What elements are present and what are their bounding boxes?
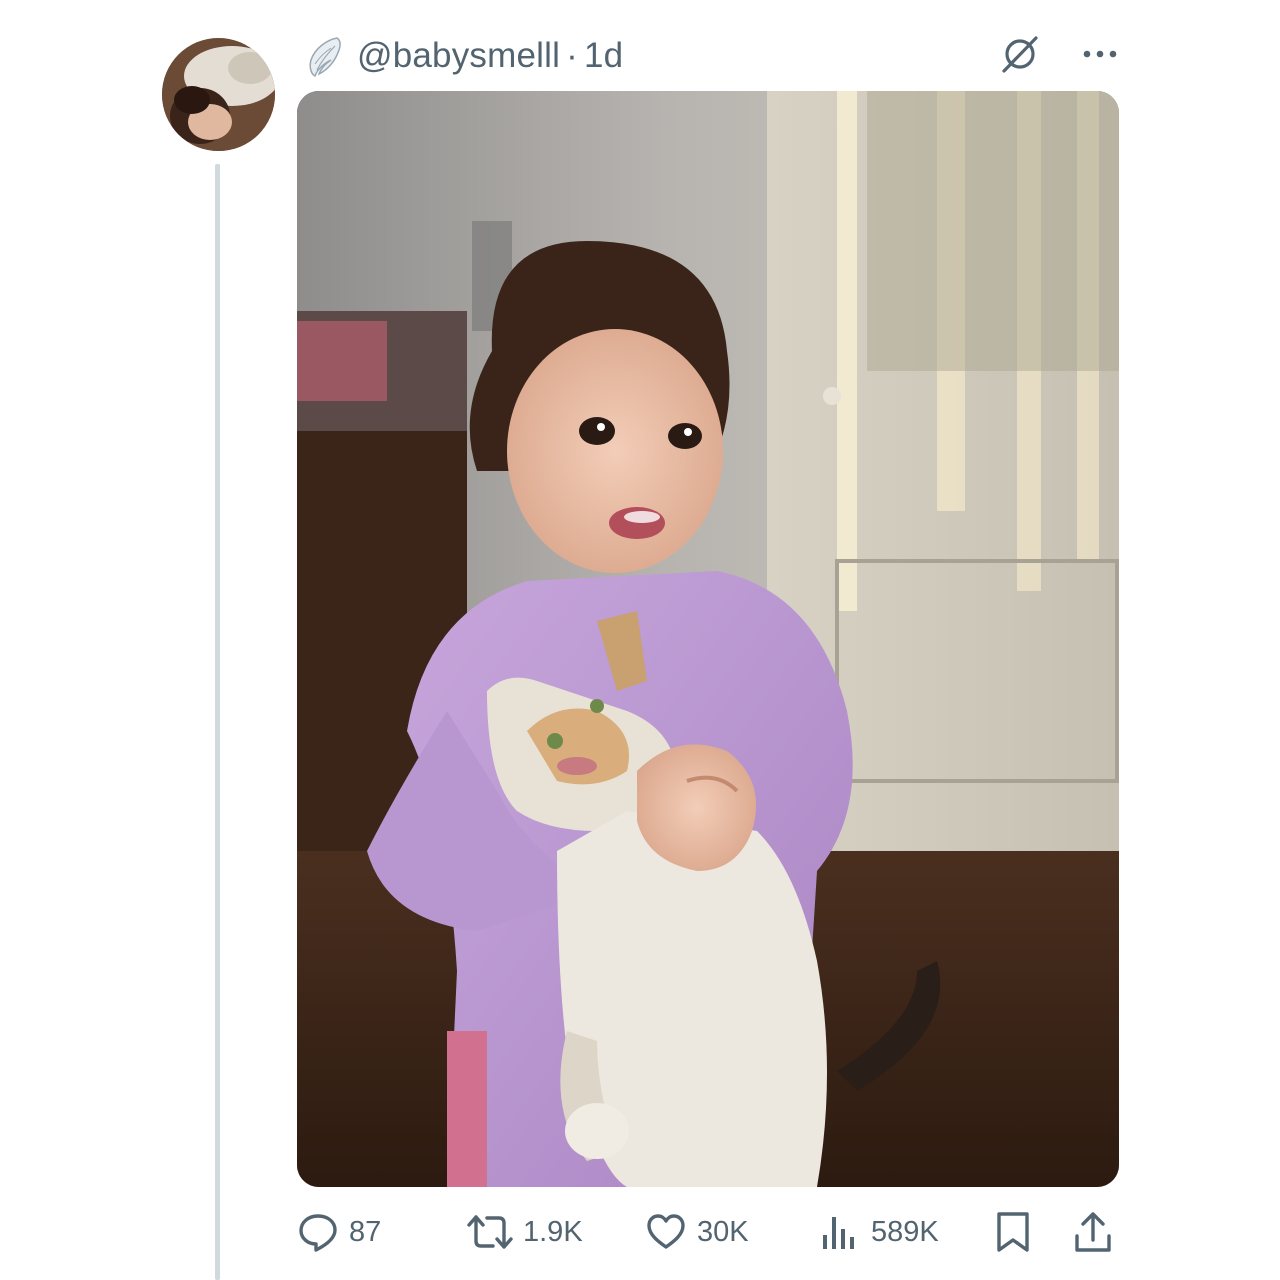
retweet-button[interactable]: 1.9K — [467, 1204, 583, 1260]
tweet-header: @babysmelll · 1d — [305, 30, 623, 82]
avatar[interactable] — [162, 38, 275, 151]
action-bar: 87 1.9K 30K 589K — [297, 1204, 1119, 1260]
thread-line — [215, 164, 220, 1280]
heart-icon — [647, 1214, 685, 1249]
tweet[interactable]: @babysmelll · 1d 87 1.9K 30K 589K — [0, 0, 1280, 1280]
bookmark-button[interactable] — [993, 1204, 1033, 1260]
header-actions — [1000, 34, 1120, 74]
more-dots-icon[interactable] — [1080, 34, 1120, 74]
views-button[interactable]: 589K — [819, 1204, 939, 1260]
reply-button[interactable]: 87 — [297, 1204, 381, 1260]
handle-row: @babysmelll · 1d — [357, 36, 623, 76]
user-handle[interactable]: @babysmelll — [357, 36, 560, 76]
timestamp[interactable]: 1d — [584, 36, 623, 76]
reply-icon — [299, 1214, 337, 1252]
separator-dot: · — [566, 36, 578, 75]
like-button[interactable]: 30K — [645, 1204, 749, 1260]
share-button[interactable] — [1073, 1204, 1113, 1260]
reply-count: 87 — [349, 1215, 382, 1248]
angel-wing-icon — [309, 37, 341, 78]
retweet-icon — [467, 1215, 513, 1249]
photo-child-holding-cat — [297, 91, 1119, 1187]
views-icon — [823, 1217, 854, 1249]
avatar-image — [162, 38, 275, 151]
bookmark-icon — [997, 1212, 1029, 1252]
tweet-photo[interactable] — [297, 91, 1119, 1187]
grok-icon[interactable] — [1000, 34, 1040, 74]
share-icon — [1075, 1212, 1111, 1252]
like-count: 30K — [697, 1215, 749, 1248]
views-count: 589K — [871, 1215, 939, 1248]
retweet-count: 1.9K — [523, 1215, 583, 1248]
